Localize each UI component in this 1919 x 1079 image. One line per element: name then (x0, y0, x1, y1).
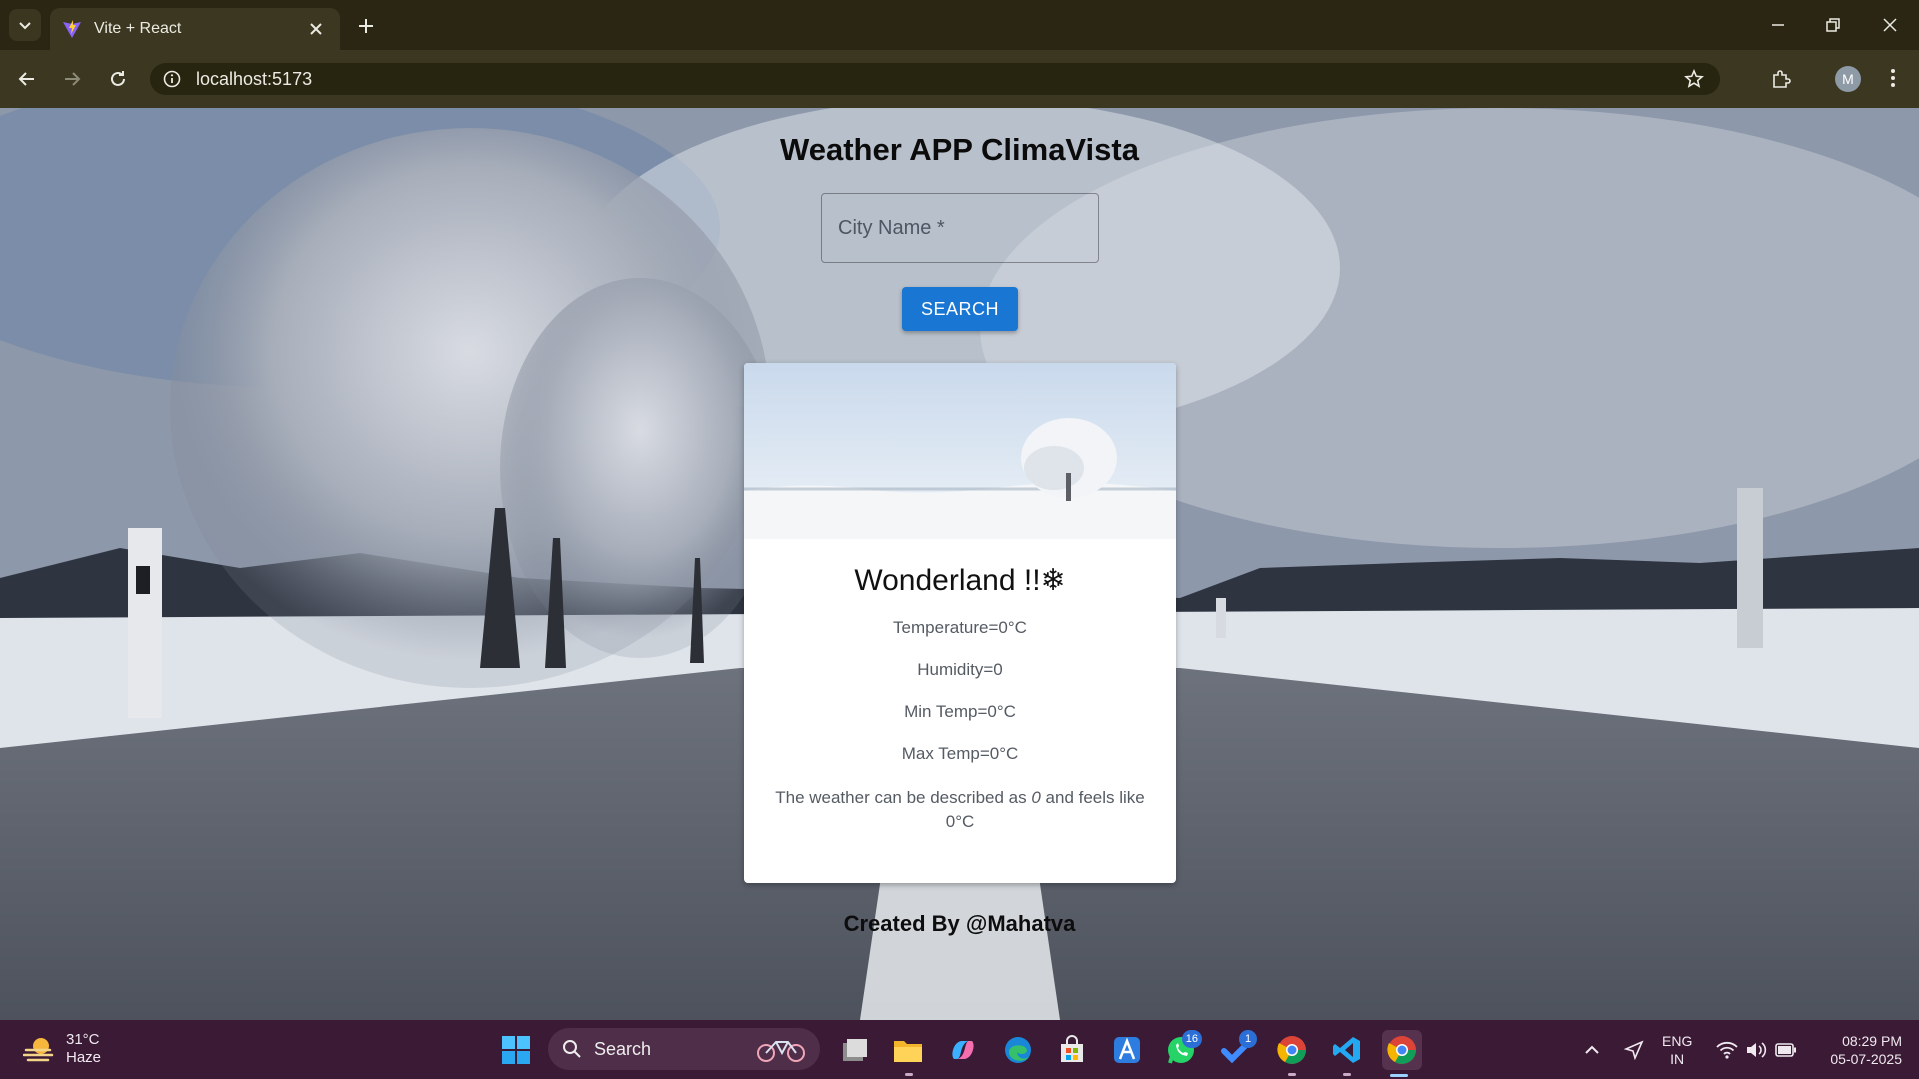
search-icon (563, 1040, 581, 1058)
card-content: Wonderland !!❄ Temperature=0°C Humidity=… (744, 539, 1176, 834)
page-title: Weather APP ClimaVista (780, 132, 1139, 167)
vite-logo-icon (62, 19, 82, 39)
browser-tab-active[interactable]: Vite + React (50, 8, 340, 50)
taskbar-search[interactable]: Search (548, 1028, 820, 1070)
taskbar-search-label: Search (594, 1038, 652, 1059)
back-button[interactable] (11, 63, 43, 95)
clock-date: 05-07-2025 (1830, 1051, 1902, 1067)
card-winter-image (744, 363, 1176, 539)
desc-value: 0 (1031, 788, 1041, 807)
arrow-left-icon (18, 72, 34, 86)
wifi-icon[interactable] (1715, 1038, 1739, 1062)
footer-credit: Created By @Mahatva (843, 911, 1076, 936)
restore-button[interactable] (1818, 10, 1848, 40)
bookmark-star-icon[interactable] (1680, 65, 1708, 93)
extensions-button[interactable] (1765, 63, 1797, 95)
card-title: Wonderland !!❄ (854, 564, 1066, 597)
profile-avatar[interactable]: M (1835, 66, 1861, 92)
url-text: localhost:5173 (196, 68, 313, 89)
edge-browser-icon[interactable] (998, 1030, 1038, 1070)
reload-button[interactable] (102, 63, 134, 95)
reload-icon (111, 71, 125, 86)
browser-toolbar: localhost:5173 (0, 50, 1919, 108)
chevron-up-icon[interactable] (1580, 1038, 1604, 1062)
drawing-app-icon[interactable] (1107, 1030, 1147, 1070)
puzzle-icon (1773, 70, 1791, 88)
chrome-profile-icon[interactable] (1272, 1030, 1312, 1070)
todo-badge: 1 (1239, 1030, 1257, 1048)
microsoft-store-icon[interactable] (1052, 1030, 1092, 1070)
address-bar[interactable]: localhost:5173 (150, 63, 1720, 95)
haze-sun-icon (20, 1030, 58, 1068)
tab-search-button[interactable] (9, 9, 41, 41)
site-info-icon[interactable] (160, 67, 184, 91)
taskbar: 31°C Haze Search 16 1 ENG IN 08:29 PM 05… (0, 1020, 1919, 1079)
close-icon (1883, 18, 1897, 32)
humidity-text: Humidity=0 (917, 660, 1003, 679)
browser-menu-button[interactable] (1878, 63, 1908, 93)
tab-title: Vite + React (94, 20, 182, 37)
minimize-button[interactable] (1763, 10, 1793, 40)
location-arrow-icon[interactable] (1622, 1038, 1646, 1062)
arrow-right-icon (65, 72, 81, 86)
desc-prefix: The weather can be described as (775, 788, 1032, 807)
close-tab-icon[interactable] (304, 17, 328, 41)
city-name-input[interactable] (822, 194, 1098, 262)
vscode-icon[interactable] (1327, 1030, 1367, 1070)
more-vertical-icon (1891, 69, 1895, 87)
weather-widget[interactable]: 31°C Haze (20, 1030, 101, 1068)
plus-icon (359, 19, 373, 33)
close-window-button[interactable] (1875, 10, 1905, 40)
page-viewport: Weather APP ClimaVista SEARCH Wonderland… (0, 108, 1919, 1020)
system-clock[interactable]: 08:29 PM 05-07-2025 (1814, 1032, 1902, 1068)
copilot-icon[interactable] (943, 1030, 983, 1070)
forward-button[interactable] (56, 63, 88, 95)
browser-tab-strip: Vite + React (0, 0, 1919, 50)
weather-description: The weather can be described as 0 and fe… (764, 786, 1156, 834)
volume-icon[interactable] (1744, 1038, 1768, 1062)
weather-temp: 31°C (66, 1031, 100, 1048)
windows-start-icon[interactable] (500, 1034, 532, 1066)
min-temp-text: Min Temp=0°C (904, 702, 1016, 721)
file-explorer-icon[interactable] (888, 1030, 928, 1070)
weather-condition: Haze (66, 1049, 102, 1066)
bicycle-icon (757, 1041, 805, 1062)
new-tab-button[interactable] (352, 12, 380, 40)
max-temp-text: Max Temp=0°C (901, 744, 1019, 763)
restore-icon (1826, 18, 1840, 32)
chevron-down-icon (19, 22, 31, 30)
battery-icon[interactable] (1774, 1038, 1798, 1062)
language-indicator[interactable]: ENG IN (1662, 1032, 1692, 1068)
weather-card: Wonderland !!❄ Temperature=0°C Humidity=… (744, 363, 1176, 883)
clock-time: 08:29 PM (1842, 1033, 1902, 1049)
minimize-icon (1772, 24, 1784, 26)
task-view-icon[interactable] (835, 1030, 875, 1070)
whatsapp-badge: 16 (1181, 1030, 1202, 1048)
search-button[interactable]: SEARCH (902, 287, 1018, 331)
whatsapp-icon[interactable]: 16 (1162, 1030, 1202, 1070)
city-name-field (821, 193, 1099, 263)
todo-icon[interactable]: 1 (1217, 1030, 1257, 1070)
temperature-text: Temperature=0°C (893, 618, 1027, 637)
chrome-active-icon[interactable] (1382, 1030, 1422, 1070)
